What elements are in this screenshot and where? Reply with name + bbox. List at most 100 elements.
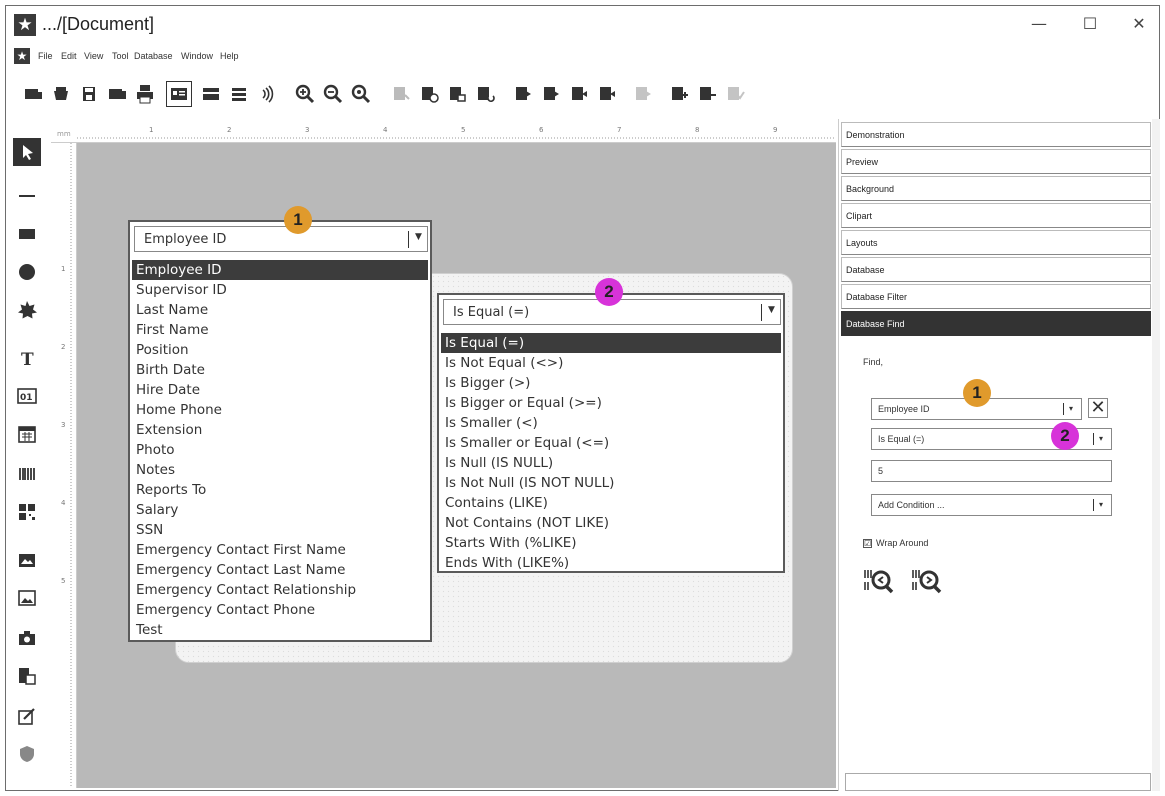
- field-option[interactable]: Supervisor ID: [132, 280, 428, 300]
- field-option[interactable]: Extension: [132, 420, 428, 440]
- field-option[interactable]: Notes: [132, 460, 428, 480]
- operator-option[interactable]: Is Not Equal (<>): [441, 353, 781, 373]
- field-option[interactable]: Test: [132, 620, 428, 640]
- section-clipart[interactable]: Clipart: [841, 203, 1151, 228]
- signature-icon[interactable]: [13, 702, 41, 730]
- text-icon[interactable]: T: [13, 344, 41, 372]
- operator-option[interactable]: Is Bigger or Equal (>=): [441, 393, 781, 413]
- label-view-icon[interactable]: [166, 81, 192, 107]
- record-prev-icon[interactable]: [538, 81, 564, 107]
- print-icon[interactable]: [132, 81, 158, 107]
- record-disabled-icon[interactable]: [630, 81, 656, 107]
- chevron-down-icon[interactable]: ▾: [1099, 429, 1103, 449]
- find-value-input[interactable]: 5: [871, 460, 1112, 482]
- add-condition-select[interactable]: Add Condition ... ▾: [871, 494, 1112, 516]
- barcode-icon[interactable]: [13, 460, 41, 488]
- field-option[interactable]: Salary: [132, 500, 428, 520]
- zoom-out-icon[interactable]: [320, 81, 346, 107]
- operator-option[interactable]: Is Not Null (IS NOT NULL): [441, 473, 781, 493]
- maximize-button[interactable]: ☐: [1075, 14, 1105, 34]
- db-next-icon[interactable]: [444, 81, 470, 107]
- record-remove-icon[interactable]: [694, 81, 720, 107]
- menu-database[interactable]: Database: [134, 51, 173, 61]
- record-next-icon[interactable]: [566, 81, 592, 107]
- save-as-icon[interactable]: [104, 81, 130, 107]
- chevron-down-icon[interactable]: ▼: [415, 232, 422, 242]
- menu-tool[interactable]: Tool: [112, 51, 129, 61]
- menu-window[interactable]: Window: [181, 51, 213, 61]
- operator-option[interactable]: Is Smaller (<): [441, 413, 781, 433]
- find-next-button[interactable]: [911, 566, 945, 596]
- qrcode-icon[interactable]: [13, 498, 41, 526]
- sound-icon[interactable]: [254, 81, 280, 107]
- ellipse-icon[interactable]: [13, 258, 41, 286]
- field-option[interactable]: Emergency Contact Last Name: [132, 560, 428, 580]
- database-image-icon[interactable]: [13, 546, 41, 574]
- card-view-icon[interactable]: [198, 81, 224, 107]
- zoom-in-icon[interactable]: [292, 81, 318, 107]
- field-option[interactable]: Position: [132, 340, 428, 360]
- record-check-icon[interactable]: [722, 81, 748, 107]
- field-option[interactable]: Emergency Contact Relationship: [132, 580, 428, 600]
- field-option[interactable]: First Name: [132, 320, 428, 340]
- db-first-icon[interactable]: [388, 81, 414, 107]
- clipart-icon[interactable]: [13, 662, 41, 690]
- record-last-icon[interactable]: [594, 81, 620, 107]
- field-option[interactable]: Hire Date: [132, 380, 428, 400]
- rectangle-icon[interactable]: [13, 220, 41, 248]
- image-icon[interactable]: [13, 584, 41, 612]
- shield-icon[interactable]: [13, 740, 41, 768]
- field-combo[interactable]: Employee ID ▼: [134, 226, 428, 252]
- save-icon[interactable]: [76, 81, 102, 107]
- chevron-down-icon[interactable]: ▼: [768, 305, 775, 315]
- section-layouts[interactable]: Layouts: [841, 230, 1151, 255]
- operator-option[interactable]: Is Null (IS NULL): [441, 453, 781, 473]
- field-option[interactable]: SSN: [132, 520, 428, 540]
- counter-icon[interactable]: 01: [13, 382, 41, 410]
- section-demonstration[interactable]: Demonstration: [841, 122, 1151, 147]
- select-arrow-icon[interactable]: [13, 138, 41, 166]
- field-option[interactable]: Birth Date: [132, 360, 428, 380]
- section-database[interactable]: Database: [841, 257, 1151, 282]
- section-preview[interactable]: Preview: [841, 149, 1151, 174]
- star-shape-icon[interactable]: [13, 296, 41, 324]
- operator-option[interactable]: Not Contains (NOT LIKE): [441, 513, 781, 533]
- section-background[interactable]: Background: [841, 176, 1151, 201]
- chevron-down-icon[interactable]: ▾: [1069, 399, 1073, 419]
- field-option[interactable]: Photo: [132, 440, 428, 460]
- operator-option[interactable]: Is Bigger (>): [441, 373, 781, 393]
- field-option[interactable]: Emergency Contact Phone: [132, 600, 428, 620]
- field-option[interactable]: Reports To: [132, 480, 428, 500]
- operator-option[interactable]: Contains (LIKE): [441, 493, 781, 513]
- camera-icon[interactable]: [13, 624, 41, 652]
- section-database-filter[interactable]: Database Filter: [841, 284, 1151, 309]
- calendar-icon[interactable]: [13, 420, 41, 448]
- field-option[interactable]: Home Phone: [132, 400, 428, 420]
- field-option[interactable]: Emergency Contact First Name: [132, 540, 428, 560]
- operator-option[interactable]: Starts With (%LIKE): [441, 533, 781, 553]
- menu-edit[interactable]: Edit: [61, 51, 77, 61]
- list-view-icon[interactable]: [226, 81, 252, 107]
- field-option[interactable]: Employee ID: [132, 260, 428, 280]
- chevron-down-icon[interactable]: ▾: [1099, 495, 1103, 515]
- record-add-icon[interactable]: [666, 81, 692, 107]
- section-database-find[interactable]: Database Find: [841, 311, 1151, 336]
- find-previous-button[interactable]: [863, 566, 897, 596]
- operator-option[interactable]: Is Equal (=): [441, 333, 781, 353]
- field-option[interactable]: Last Name: [132, 300, 428, 320]
- menu-help[interactable]: Help: [220, 51, 239, 61]
- zoom-fit-icon[interactable]: [348, 81, 374, 107]
- open-icon[interactable]: [48, 81, 74, 107]
- operator-option[interactable]: Ends With (LIKE%): [441, 553, 781, 573]
- minimize-button[interactable]: —: [1024, 14, 1054, 34]
- wrap-around-checkbox[interactable]: ☑: [863, 538, 872, 548]
- db-refresh-icon[interactable]: [472, 81, 498, 107]
- menu-view[interactable]: View: [84, 51, 103, 61]
- line-icon[interactable]: [13, 182, 41, 210]
- menu-file[interactable]: File: [38, 51, 53, 61]
- remove-condition-button[interactable]: ✕: [1088, 398, 1108, 418]
- new-label-icon[interactable]: [20, 81, 46, 107]
- operator-option[interactable]: Is Smaller or Equal (<=): [441, 433, 781, 453]
- panel-scrollbar[interactable]: [1152, 119, 1160, 791]
- record-first-icon[interactable]: [510, 81, 536, 107]
